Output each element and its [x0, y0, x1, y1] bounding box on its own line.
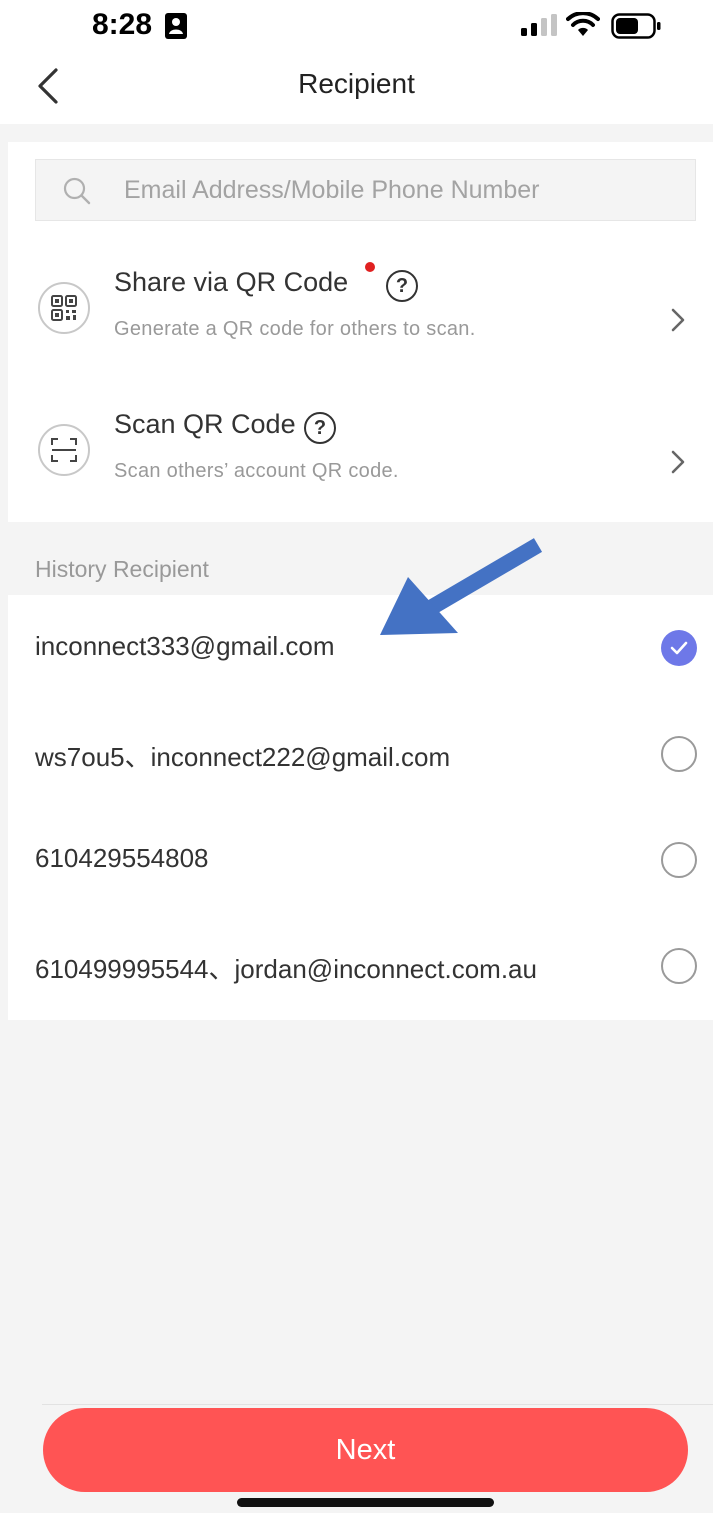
history-item[interactable]: ws7ou5、inconnect222@gmail.com — [8, 701, 713, 807]
help-icon[interactable]: ? — [304, 412, 336, 444]
home-indicator — [237, 1498, 494, 1507]
chevron-right-icon — [671, 450, 685, 474]
history-item-label: 610429554808 — [35, 843, 209, 873]
share-via-qr-code-title: Share via QR Code — [114, 267, 349, 297]
history-item-label: 610499995544、jordan@inconnect.com.au — [35, 954, 537, 984]
search-box — [35, 159, 696, 221]
history-item[interactable]: inconnect333@gmail.com — [8, 595, 713, 701]
radio-button[interactable] — [661, 842, 697, 878]
chevron-right-icon — [671, 308, 685, 332]
wifi-icon — [566, 12, 600, 36]
history-item[interactable]: 610499995544、jordan@inconnect.com.au — [8, 913, 713, 1019]
qr-code-icon-circle — [38, 282, 90, 334]
cellular-signal-icon — [521, 14, 557, 36]
selected-check-icon[interactable] — [661, 630, 697, 666]
share-via-qr-code-subtitle: Generate a QR code for others to scan. — [114, 318, 476, 340]
scan-frame-icon — [51, 438, 77, 462]
history-recipient-header: History Recipient — [35, 556, 209, 582]
status-bar: 8:28 — [0, 0, 713, 52]
checkmark-icon — [670, 641, 688, 655]
scan-qr-code-row[interactable]: Scan QR Code ? Scan others’ account QR c… — [8, 394, 713, 524]
navigation-bar: Recipient — [0, 52, 713, 124]
history-recipient-list: inconnect333@gmail.com ws7ou5、inconnect2… — [8, 595, 713, 1020]
scan-frame-icon-circle — [38, 424, 90, 476]
share-via-qr-code-row[interactable]: Share via QR Code ? Generate a QR code f… — [8, 252, 713, 382]
qr-code-icon — [51, 295, 77, 321]
divider — [42, 1404, 713, 1405]
history-item-label: ws7ou5、inconnect222@gmail.com — [35, 742, 451, 772]
new-indicator-dot — [365, 262, 375, 272]
annotation-arrow-icon — [380, 538, 543, 635]
search-icon — [63, 177, 91, 205]
battery-icon — [611, 13, 661, 39]
bottom-action-bar: Next — [0, 1404, 713, 1513]
recipient-input-card: Share via QR Code ? Generate a QR code f… — [8, 142, 713, 522]
scan-qr-code-subtitle: Scan others’ account QR code. — [114, 460, 399, 482]
contact-card-icon — [165, 13, 187, 39]
radio-button[interactable] — [661, 948, 697, 984]
search-input[interactable] — [124, 160, 684, 220]
help-icon[interactable]: ? — [386, 270, 418, 302]
scan-qr-code-title: Scan QR Code — [114, 409, 296, 439]
history-item-label: inconnect333@gmail.com — [35, 631, 335, 661]
status-time: 8:28 — [92, 8, 153, 41]
history-item[interactable]: 610429554808 — [8, 807, 713, 913]
radio-button[interactable] — [661, 736, 697, 772]
page-title: Recipient — [298, 68, 415, 99]
next-button[interactable]: Next — [43, 1408, 688, 1492]
